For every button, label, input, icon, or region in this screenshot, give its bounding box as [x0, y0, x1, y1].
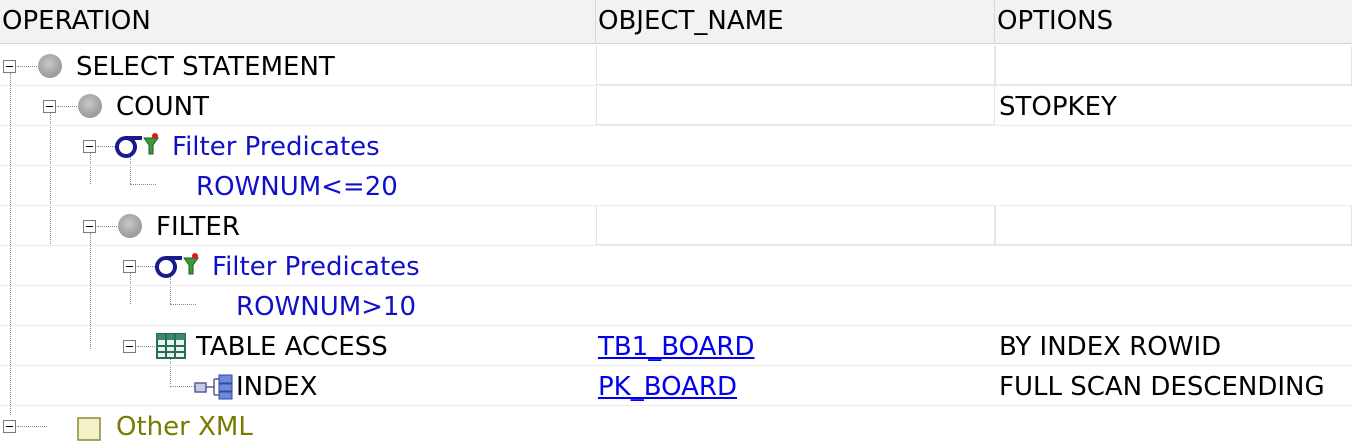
table-icon — [156, 333, 186, 359]
collapse-toggle[interactable] — [3, 60, 16, 73]
table-row[interactable]: Filter Predicates — [0, 126, 1352, 166]
tree-connector — [97, 146, 115, 147]
operation-label: FILTER — [156, 212, 240, 242]
options-cell: FULL SCAN DESCENDING — [999, 372, 1325, 402]
options-cell — [995, 46, 1352, 85]
tree-connector — [57, 106, 77, 107]
predicate-expression: ROWNUM<=20 — [196, 172, 398, 202]
table-row[interactable]: ROWNUM>10 — [0, 286, 1352, 326]
object-name-cell — [596, 46, 995, 85]
collapse-toggle[interactable] — [3, 420, 16, 433]
collapse-toggle[interactable] — [123, 340, 136, 353]
operation-label: COUNT — [116, 92, 209, 122]
table-row[interactable]: FILTER — [0, 206, 1352, 246]
tree-connector — [170, 386, 194, 387]
circle-icon — [38, 54, 62, 78]
tree-connector — [130, 184, 156, 185]
tree-connector — [137, 346, 155, 347]
predicate-label: Filter Predicates — [212, 252, 420, 282]
table-row[interactable]: INDEX PK_BOARD FULL SCAN DESCENDING — [0, 366, 1352, 406]
column-header-options[interactable]: OPTIONS — [995, 0, 1352, 43]
circle-icon — [118, 214, 142, 238]
table-row[interactable]: TABLE ACCESS TB1_BOARD BY INDEX ROWID — [0, 326, 1352, 366]
index-icon — [194, 374, 233, 400]
operation-label: TABLE ACCESS — [196, 332, 388, 362]
tree-connector — [17, 66, 37, 67]
collapse-toggle[interactable] — [123, 260, 136, 273]
column-header-object-name[interactable]: OBJECT_NAME — [596, 0, 995, 43]
filter-predicate-icon — [155, 253, 199, 278]
collapse-toggle[interactable] — [83, 140, 96, 153]
object-name-link[interactable]: PK_BOARD — [598, 366, 737, 406]
circle-icon — [78, 94, 102, 118]
collapse-toggle[interactable] — [43, 100, 56, 113]
object-name-cell — [596, 86, 995, 125]
filter-predicate-icon — [115, 133, 159, 158]
options-cell: STOPKEY — [999, 92, 1117, 122]
column-header-bar: OPERATION OBJECT_NAME OPTIONS — [0, 0, 1352, 44]
operation-label: INDEX — [236, 372, 318, 402]
tree-connector — [137, 266, 155, 267]
operation-label: SELECT STATEMENT — [76, 52, 335, 82]
object-name-link[interactable]: TB1_BOARD — [598, 326, 755, 366]
collapse-toggle[interactable] — [83, 220, 96, 233]
table-row[interactable]: ROWNUM<=20 — [0, 166, 1352, 206]
table-row[interactable]: Filter Predicates — [0, 246, 1352, 286]
plan-tree-table: SELECT STATEMENT COUNT STOPKEY Filter Pr… — [0, 44, 1352, 442]
tree-connector — [170, 304, 196, 305]
predicate-expression: ROWNUM>10 — [236, 292, 417, 322]
table-row[interactable]: Other XML — [0, 406, 1352, 446]
xml-icon — [77, 417, 101, 441]
table-row[interactable]: COUNT STOPKEY — [0, 86, 1352, 126]
other-xml-label: Other XML — [116, 412, 253, 442]
tree-connector — [97, 226, 117, 227]
object-name-cell — [596, 206, 995, 245]
predicate-label: Filter Predicates — [172, 132, 380, 162]
options-cell: BY INDEX ROWID — [999, 332, 1222, 362]
table-row[interactable]: SELECT STATEMENT — [0, 46, 1352, 86]
column-header-operation[interactable]: OPERATION — [0, 0, 596, 43]
tree-connector — [17, 426, 47, 427]
options-cell — [995, 206, 1352, 245]
